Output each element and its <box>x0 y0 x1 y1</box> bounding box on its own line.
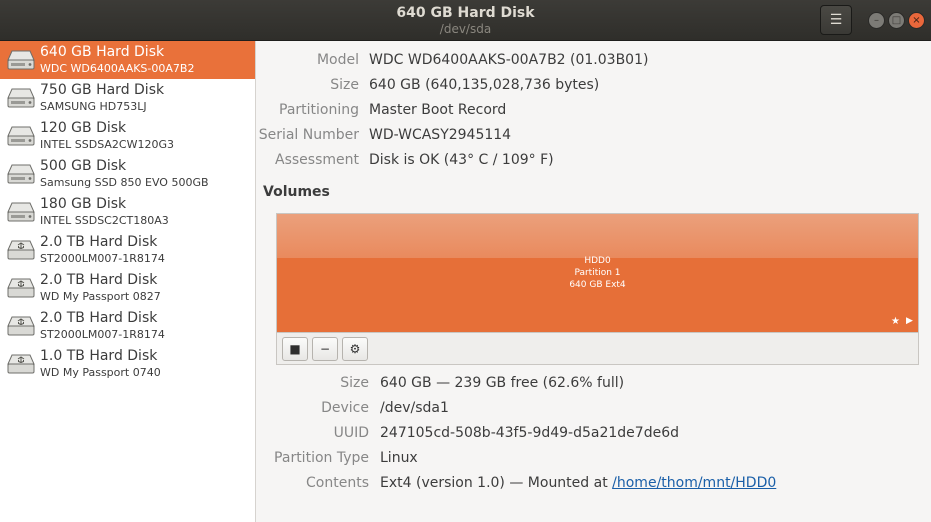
contents-label: Contents <box>306 475 369 491</box>
play-icon: ▶ <box>906 316 913 326</box>
assessment-label: Assessment <box>275 152 359 168</box>
hard-disk-icon <box>7 88 35 108</box>
window-subtitle: /dev/sda <box>439 22 492 36</box>
disk-name: 1.0 TB Hard Disk <box>40 348 158 364</box>
disk-model: Samsung SSD 850 EVO 500GB <box>40 176 209 189</box>
star-icon: ★ <box>891 316 900 327</box>
disk-details-pane: Model WDC WD6400AAKS-00A7B2 (01.03B01) S… <box>257 41 931 522</box>
disk-name: 750 GB Hard Disk <box>40 82 165 98</box>
disk-name: 500 GB Disk <box>40 158 127 174</box>
hamburger-menu-button[interactable]: ☰ <box>820 5 852 35</box>
disk-name: 2.0 TB Hard Disk <box>40 234 158 250</box>
disk-model: INTEL SSDSC2CT180A3 <box>40 214 169 227</box>
usb-disk-icon <box>7 240 35 260</box>
model-value: WDC WD6400AAKS-00A7B2 (01.03B01) <box>369 52 649 68</box>
partitioning-label: Partitioning <box>279 102 359 118</box>
window-title: 640 GB Hard Disk <box>396 5 535 21</box>
disk-name: 120 GB Disk <box>40 120 127 136</box>
maximize-button[interactable]: □ <box>888 12 905 29</box>
usb-disk-icon <box>7 354 35 374</box>
disk-model: WD My Passport 0827 <box>40 290 161 303</box>
disk-model: SAMSUNG HD753LJ <box>40 100 147 113</box>
disk-name: 2.0 TB Hard Disk <box>40 310 158 326</box>
serial-value: WD-WCASY2945114 <box>369 127 512 143</box>
device-label: Device <box>321 400 369 416</box>
disk-model: ST2000LM007-1R8174 <box>40 252 165 265</box>
size-value: 640 GB (640,135,028,736 bytes) <box>369 77 600 93</box>
disk-item-640gb[interactable]: 640 GB Hard Disk WDC WD6400AAKS-00A7B2 <box>0 41 255 79</box>
title-bar: 640 GB Hard Disk /dev/sda ☰ – □ × <box>0 0 931 41</box>
disk-name: 180 GB Disk <box>40 196 127 212</box>
partition-highlight <box>277 214 918 258</box>
serial-label: Serial Number <box>258 127 359 143</box>
hard-disk-icon <box>7 164 35 184</box>
disk-model: ST2000LM007-1R8174 <box>40 328 165 341</box>
partition-type-value: Linux <box>380 450 418 466</box>
partition-size-type: 640 GB Ext4 <box>569 280 626 290</box>
partitioning-value: Master Boot Record <box>369 102 507 118</box>
delete-partition-button[interactable]: − <box>312 337 338 361</box>
disk-model: INTEL SSDSA2CW120G3 <box>40 138 174 151</box>
device-value: /dev/sda1 <box>380 400 449 416</box>
size-label: Size <box>330 77 359 93</box>
volume-toolbar: ■ − ⚙ <box>276 333 919 365</box>
hard-disk-icon <box>7 126 35 146</box>
partition-name: HDD0 <box>584 256 611 266</box>
volume-size-value: 640 GB — 239 GB free (62.6% full) <box>380 375 625 391</box>
disk-item-120gb[interactable]: 120 GB Disk INTEL SSDSA2CW120G3 <box>0 117 255 155</box>
unmount-button[interactable]: ■ <box>282 337 308 361</box>
disk-item-750gb[interactable]: 750 GB Hard Disk SAMSUNG HD753LJ <box>0 79 255 117</box>
partition-settings-button[interactable]: ⚙ <box>342 337 368 361</box>
uuid-value: 247105cd-508b-43f5-9d49-d5a21de7de6d <box>380 425 679 441</box>
usb-disk-icon <box>7 316 35 336</box>
hard-disk-icon <box>7 50 35 70</box>
disk-item-180gb[interactable]: 180 GB Disk INTEL SSDSC2CT180A3 <box>0 193 255 231</box>
contents-text: Ext4 (version 1.0) — Mounted at <box>380 475 613 491</box>
disk-item-2tb-1[interactable]: 2.0 TB Hard Disk ST2000LM007-1R8174 <box>0 231 255 269</box>
disk-name: 2.0 TB Hard Disk <box>40 272 158 288</box>
uuid-label: UUID <box>333 425 369 441</box>
usb-disk-icon <box>7 278 35 298</box>
mount-point-link[interactable]: /home/thom/mnt/HDD0 <box>612 475 776 491</box>
partition-number: Partition 1 <box>574 268 621 278</box>
volume-size-label: Size <box>340 375 369 391</box>
disk-item-500gb[interactable]: 500 GB Disk Samsung SSD 850 EVO 500GB <box>0 155 255 193</box>
disk-model: WD My Passport 0740 <box>40 366 161 379</box>
contents-value: Ext4 (version 1.0) — Mounted at /home/th… <box>380 475 776 491</box>
minimize-button[interactable]: – <box>868 12 885 29</box>
disk-item-2tb-2[interactable]: 2.0 TB Hard Disk WD My Passport 0827 <box>0 269 255 307</box>
model-label: Model <box>316 52 359 68</box>
disk-model: WDC WD6400AAKS-00A7B2 <box>40 62 195 75</box>
close-button[interactable]: × <box>908 12 925 29</box>
disk-name: 640 GB Hard Disk <box>40 44 165 60</box>
partition-block[interactable]: HDD0 Partition 1 640 GB Ext4 ★ ▶ <box>277 214 918 332</box>
assessment-value: Disk is OK (43° C / 109° F) <box>369 152 554 168</box>
disk-item-2tb-3[interactable]: 2.0 TB Hard Disk ST2000LM007-1R8174 <box>0 307 255 345</box>
disk-item-1tb[interactable]: 1.0 TB Hard Disk WD My Passport 0740 <box>0 345 255 383</box>
disk-list-sidebar: 640 GB Hard Disk WDC WD6400AAKS-00A7B2 7… <box>0 41 256 522</box>
volumes-heading: Volumes <box>263 184 330 200</box>
hard-disk-icon <box>7 202 35 222</box>
partition-type-label: Partition Type <box>274 450 369 466</box>
volume-map: HDD0 Partition 1 640 GB Ext4 ★ ▶ <box>276 213 919 333</box>
